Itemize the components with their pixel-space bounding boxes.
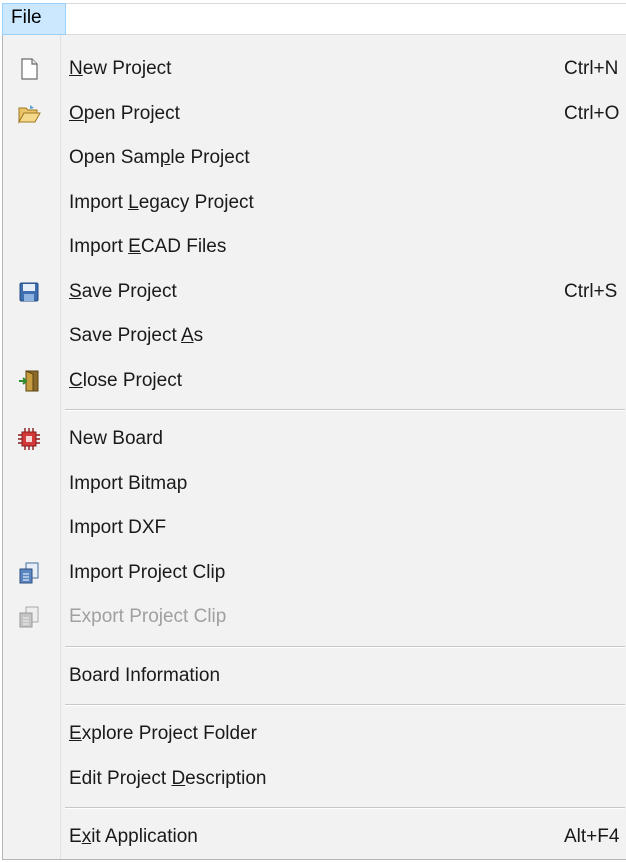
menu-separator [65, 409, 625, 411]
import-clip-icon [17, 561, 41, 585]
menu-separator [65, 807, 625, 809]
menu-item-open-sample-project[interactable]: Open Sample Project [3, 136, 625, 180]
menu-item-open-project[interactable]: Open Project Ctrl+O [3, 92, 625, 136]
menu-item-shortcut: Ctrl+N [564, 58, 619, 79]
menu-item-label: Close Project [69, 369, 183, 391]
new-file-icon [17, 57, 41, 81]
menu-separator [65, 704, 625, 706]
menu-bar-strip [66, 3, 626, 35]
menu-item-export-project-clip: Export Project Clip [3, 595, 625, 639]
menu-item-label: Save Project As [69, 325, 204, 346]
menu-item-label: Open Project [69, 102, 180, 124]
menu-item-edit-project-description[interactable]: Edit Project Description [3, 757, 625, 801]
menu-item-label: Import Legacy Project [69, 191, 254, 213]
file-menu[interactable]: File [2, 3, 66, 35]
menu-item-label: Export Project Clip [69, 606, 227, 627]
menu-item-import-project-clip[interactable]: Import Project Clip [3, 551, 625, 595]
open-folder-icon [17, 102, 41, 126]
menu-item-explore-project-folder[interactable]: Explore Project Folder [3, 712, 625, 756]
menu-item-label: Import Project Clip [69, 561, 226, 583]
menu-item-close-project[interactable]: Close Project [3, 359, 625, 403]
menu-bar: File [0, 0, 626, 36]
menu-item-import-ecad-files[interactable]: Import ECAD Files [3, 225, 625, 269]
menu-item-label: Open Sample Project [69, 147, 250, 168]
menu-item-save-project[interactable]: Save Project Ctrl+S [3, 270, 625, 314]
menu-item-import-bitmap[interactable]: Import Bitmap [3, 462, 625, 506]
menu-item-shortcut: Ctrl+O [564, 102, 620, 124]
menu-item-new-project[interactable]: New Project Ctrl+N [3, 47, 625, 91]
menu-item-label: Import DXF [69, 517, 167, 538]
menu-item-shortcut: Ctrl+S [564, 280, 618, 302]
menu-item-exit-application[interactable]: Exit Application Alt+F4 [3, 815, 625, 859]
menu-item-label: Import Bitmap [69, 472, 188, 494]
menu-item-import-legacy-project[interactable]: Import Legacy Project [3, 181, 625, 225]
menu-item-label: Exit Application [69, 826, 198, 847]
export-clip-icon [17, 605, 41, 629]
menu-item-board-information[interactable]: Board Information [3, 654, 625, 698]
menu-item-label: New Project [69, 58, 172, 79]
menu-item-new-board[interactable]: New Board [3, 417, 625, 461]
menu-item-save-project-as[interactable]: Save Project As [3, 314, 625, 358]
menu-separator [65, 645, 625, 648]
menu-item-label: New Board [69, 428, 163, 449]
save-floppy-icon [17, 280, 41, 304]
menu-item-label: Import ECAD Files [69, 236, 227, 257]
menu-item-label: Board Information [69, 664, 221, 686]
menu-item-label: Save Project [69, 280, 177, 302]
menu-item-label: Edit Project Description [69, 767, 267, 789]
circuit-board-icon [17, 427, 41, 451]
close-door-icon [17, 369, 41, 393]
menu-item-import-dxf[interactable]: Import DXF [3, 506, 625, 550]
file-dropdown-menu: New Project Ctrl+N Open Project Ctrl+O Open … [2, 35, 626, 860]
menu-item-shortcut: Alt+F4 [564, 826, 620, 847]
menu-item-label: Explore Project Folder [69, 723, 257, 744]
